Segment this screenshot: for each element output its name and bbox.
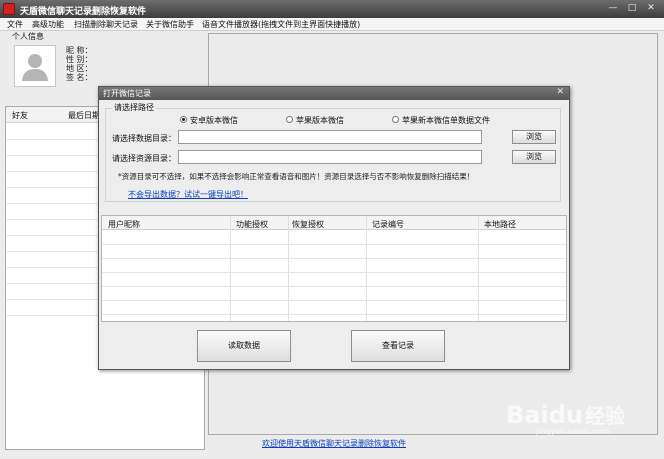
column-divider — [288, 216, 289, 321]
radio-button-icon[interactable] — [392, 116, 399, 123]
view-records-button[interactable]: 查看记录 — [351, 330, 445, 362]
column-divider — [366, 216, 367, 321]
app-logo — [3, 3, 15, 15]
row-divider — [102, 244, 566, 245]
radio-button-icon[interactable] — [286, 116, 293, 123]
open-records-dialog: 打开微信记录 ✕ 请选择路径 安卓版本微信 苹果版本微信 苹果新本微信单数据文件… — [98, 86, 570, 370]
row-divider — [102, 286, 566, 287]
baidu-watermark: Baidu 经验 jingyan.baidu.com — [506, 400, 625, 436]
records-table[interactable]: 用户昵称 功能授权 恢复授权 记录编号 本地路径 — [101, 215, 567, 322]
col-record-number[interactable]: 记录编号 — [372, 219, 404, 230]
resource-note: *资源目录可不选择，如果不选择会影响正常查看语音和图片！资源目录选择与否不影响恢… — [118, 172, 475, 181]
data-dir-label: 请选择数据目录： — [112, 134, 176, 143]
menu-voice-player[interactable]: 语音文件播放器(拖拽文件到主界面快捷播放) — [202, 19, 360, 30]
signature-label: 签 名： — [66, 73, 93, 82]
browse-data-dir-button[interactable]: 浏览 — [512, 130, 556, 144]
one-click-export-link[interactable]: 不会导出数据？试试一键导出吧！ — [128, 189, 248, 200]
read-data-button[interactable]: 读取数据 — [197, 330, 291, 362]
row-divider — [102, 272, 566, 273]
watermark-url: jingyan.baidu.com — [536, 427, 610, 436]
menu-advanced[interactable]: 高级功能 — [32, 19, 64, 30]
column-divider — [230, 216, 231, 321]
watermark-paw: du — [548, 401, 583, 429]
row-divider — [102, 258, 566, 259]
col-recovery-license[interactable]: 恢复授权 — [292, 219, 324, 230]
friends-col-last-date[interactable]: 最后日期 — [68, 110, 100, 121]
maximize-icon[interactable]: □ — [623, 1, 641, 15]
app-title: 天盾微信聊天记录删除恢复软件 — [20, 7, 147, 17]
path-group-title: 请选择路径 — [112, 102, 156, 113]
minimize-icon[interactable]: — — [604, 1, 622, 15]
row-divider — [102, 314, 566, 315]
menu-file[interactable]: 文件 — [7, 19, 23, 30]
records-table-header: 用户昵称 功能授权 恢复授权 记录编号 本地路径 — [102, 216, 566, 230]
radio-android-label: 安卓版本微信 — [190, 116, 238, 125]
column-divider — [478, 216, 479, 321]
path-group: 请选择路径 安卓版本微信 苹果版本微信 苹果新本微信单数据文件 请选择数据目录：… — [105, 102, 561, 202]
resource-dir-label: 请选择资源目录： — [112, 154, 176, 163]
browse-resource-dir-button[interactable]: 浏览 — [512, 150, 556, 164]
close-window-icon[interactable]: ✕ — [642, 1, 660, 15]
close-icon[interactable]: ✕ — [556, 87, 564, 97]
watermark-brand: Bai — [506, 401, 549, 429]
radio-iphone-label: 苹果版本微信 — [296, 116, 344, 125]
dialog-title: 打开微信记录 — [103, 89, 151, 98]
resource-dir-input[interactable] — [178, 150, 482, 164]
avatar — [14, 45, 56, 87]
app-titlebar: 天盾微信聊天记录删除恢复软件 — □ ✕ — [0, 0, 664, 18]
radio-button-icon[interactable] — [180, 116, 187, 123]
data-dir-input[interactable] — [178, 130, 482, 144]
row-divider — [102, 300, 566, 301]
col-local-path[interactable]: 本地路径 — [484, 219, 516, 230]
dialog-titlebar: 打开微信记录 ✕ — [99, 87, 569, 100]
friends-col-friend[interactable]: 好友 — [12, 110, 28, 121]
profile-group-title: 个人信息 — [10, 31, 46, 42]
user-silhouette-icon — [15, 46, 55, 86]
menu-about[interactable]: 关于微信助手 — [146, 19, 194, 30]
radio-iphone-single-file-label: 苹果新本微信单数据文件 — [402, 116, 490, 125]
menu-scan-deleted[interactable]: 扫描删除聊天记录 — [74, 19, 138, 30]
col-feature-license[interactable]: 功能授权 — [236, 219, 268, 230]
welcome-link[interactable]: 欢迎使用天盾微信聊天记录删除恢复软件 — [262, 438, 406, 449]
watermark-suffix: 经验 — [584, 404, 625, 428]
menubar: 文件 高级功能 扫描删除聊天记录 关于微信助手 语音文件播放器(拖拽文件到主界面… — [0, 18, 664, 31]
col-user-nickname[interactable]: 用户昵称 — [108, 219, 140, 230]
